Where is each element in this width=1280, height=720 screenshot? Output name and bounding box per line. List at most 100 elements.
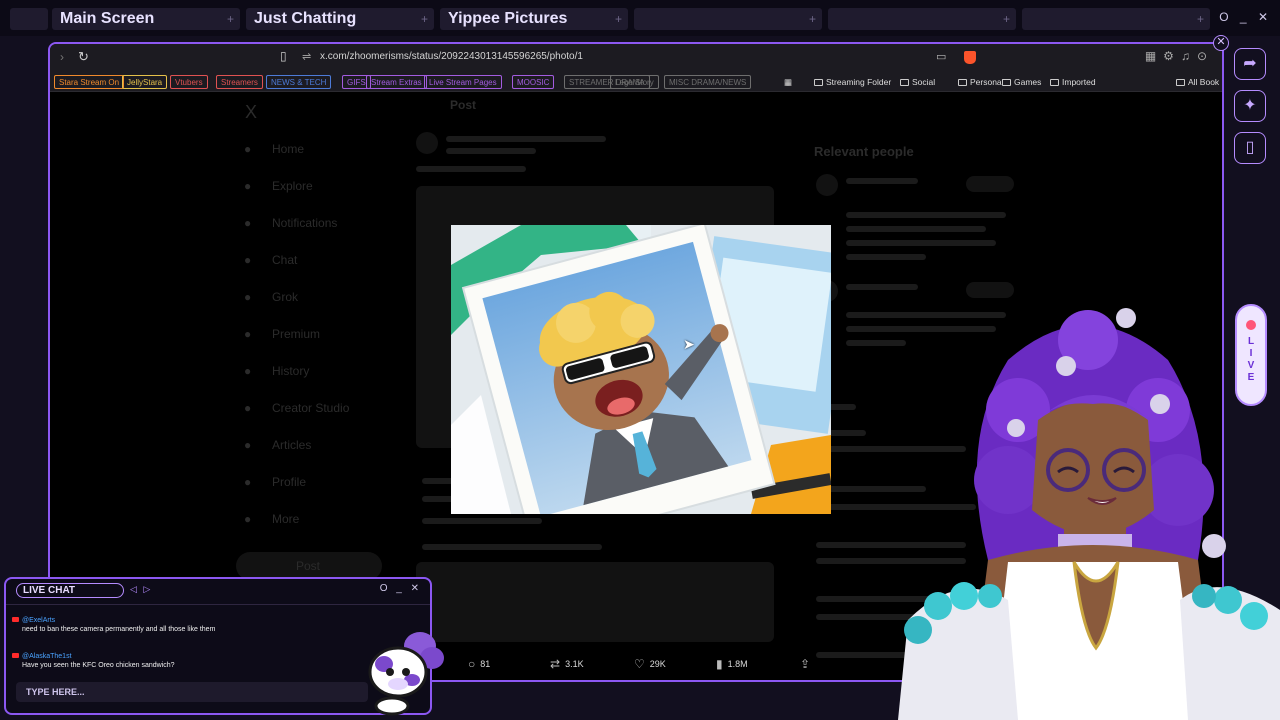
person-avatar: [816, 174, 838, 196]
nav-icon: ●: [244, 253, 252, 267]
brave-shield-icon[interactable]: [964, 51, 976, 64]
bookmark-folder[interactable]: Social: [900, 75, 935, 89]
nav-icon: ●: [244, 327, 252, 341]
folder-icon: [1002, 79, 1011, 86]
plus-icon[interactable]: +: [1003, 8, 1010, 30]
bookmark-chip[interactable]: Lego Story: [610, 75, 659, 89]
x-nav-item[interactable]: Explore: [272, 179, 313, 193]
nav-icon: ●: [244, 438, 252, 452]
x-nav-item[interactable]: Chat: [272, 253, 297, 267]
plus-icon[interactable]: +: [227, 8, 234, 30]
folder-icon: [1176, 79, 1185, 86]
cast-icon[interactable]: ▭: [936, 50, 946, 63]
bookmark-chip[interactable]: MOOSIC: [512, 75, 555, 89]
bookmark-folder-label: Streaming Folder: [826, 77, 892, 87]
view-count-value: 1.8M: [727, 659, 748, 669]
stream-tab-empty[interactable]: +: [1022, 8, 1210, 30]
bookmark-chip[interactable]: MISC DRAMA/NEWS: [664, 75, 752, 89]
stream-tab-empty[interactable]: +: [828, 8, 1016, 30]
site-info-icon[interactable]: ⇌: [302, 50, 311, 63]
folder-icon: [958, 79, 967, 86]
post-button-label: Post: [296, 559, 321, 573]
repost-count[interactable]: ⇄ 3.1K: [550, 657, 584, 671]
view-count[interactable]: ▮ 1.8M: [716, 657, 748, 671]
share-icon: ⇪: [800, 657, 811, 671]
chat-message: @AlaskaThe1st Have you seen the KFC Oreo…: [12, 653, 175, 669]
x-nav-item[interactable]: More: [272, 512, 299, 526]
x-nav-item[interactable]: Articles: [272, 438, 311, 452]
plus-icon[interactable]: +: [615, 8, 622, 30]
bookmark-folder[interactable]: Games: [1002, 75, 1041, 89]
apps-grid-icon[interactable]: ▦: [784, 75, 792, 89]
stream-tab-yippee-pictures[interactable]: Yippee Pictures +: [440, 8, 628, 30]
share-button[interactable]: ⇪: [800, 657, 815, 671]
reload-icon[interactable]: ↻: [78, 49, 89, 65]
x-nav-item[interactable]: Premium: [272, 327, 320, 341]
reply-icon: ○: [468, 657, 476, 671]
bookmark-icon[interactable]: ▯: [280, 49, 287, 63]
post-photo[interactable]: [451, 225, 831, 514]
stream-tab-blank[interactable]: [10, 8, 48, 30]
share-arrow-icon[interactable]: ➦: [1234, 48, 1266, 80]
x-nav-item[interactable]: History: [272, 364, 309, 378]
plus-icon[interactable]: +: [809, 8, 816, 30]
bookmarks-bar: Stara Stream On JellyStara Vtubers Streamer…: [50, 72, 1222, 92]
stream-tab-empty[interactable]: +: [634, 8, 822, 30]
person-bio: [846, 240, 996, 246]
forward-arrow-icon[interactable]: ›: [60, 50, 64, 64]
x-nav-item[interactable]: Profile: [272, 475, 306, 489]
sticker-icon[interactable]: ✦: [1234, 90, 1266, 122]
heart-icon: ♡: [634, 657, 645, 671]
plus-icon[interactable]: +: [421, 8, 428, 30]
person-bio: [846, 340, 906, 346]
chat-nav-arrows[interactable]: ◁ ▷: [130, 584, 152, 595]
stream-window-controls[interactable]: O _ ✕: [1219, 10, 1272, 24]
youtube-icon: [12, 617, 19, 622]
bookmark-folder-label: All Book: [1188, 77, 1220, 87]
author-avatar: [416, 132, 438, 154]
folder-icon: [1050, 79, 1059, 86]
chat-username[interactable]: @AlaskaThe1st: [22, 653, 72, 660]
nav-icon: ●: [244, 142, 252, 156]
x-nav-item[interactable]: Notifications: [272, 216, 337, 230]
nav-icon: ●: [244, 364, 252, 378]
bookmark-chip[interactable]: Vtubers: [170, 75, 208, 89]
bookmark-chip[interactable]: Stream Extras: [366, 75, 427, 89]
repost-icon: ⇄: [550, 657, 561, 671]
bookmark-chip[interactable]: JellyStara: [122, 75, 168, 89]
chat-username[interactable]: @ExelArts: [22, 617, 55, 624]
follow-button[interactable]: [966, 176, 1014, 192]
chat-text: need to ban these camera permanently and…: [22, 626, 216, 633]
stream-tab-just-chatting[interactable]: Just Chatting +: [246, 8, 434, 30]
bookmark-folder[interactable]: Personal: [958, 75, 1004, 89]
chat-input[interactable]: TYPE HERE...: [16, 682, 368, 702]
mouse-cursor-icon: ➤: [683, 336, 695, 352]
nav-icon: ●: [244, 179, 252, 193]
extension-icons[interactable]: ▦⚙♫⊙: [1145, 49, 1214, 63]
chat-window-controls[interactable]: O _ ✕: [380, 583, 422, 594]
person-bio: [846, 226, 986, 232]
bookmark-folder[interactable]: All Book: [1176, 75, 1219, 89]
like-count[interactable]: ♡ 29K: [634, 657, 666, 671]
plus-icon[interactable]: +: [1197, 8, 1204, 30]
close-lightbox-icon[interactable]: ✕: [1213, 35, 1229, 51]
bookmark-icon[interactable]: ▯: [1234, 132, 1266, 164]
follow-button[interactable]: [966, 282, 1014, 298]
stream-tab-main-screen[interactable]: Main Screen +: [52, 8, 240, 30]
bookmark-chip[interactable]: Live Stream Pages: [424, 75, 502, 89]
x-nav-item[interactable]: Grok: [272, 290, 298, 304]
chart-icon: ▮: [716, 657, 723, 671]
nav-icon: ●: [244, 512, 252, 526]
bookmark-folder[interactable]: Streaming Folder: [814, 75, 891, 89]
address-field[interactable]: x.com/zhoomerisms/status/209224301314559…: [320, 51, 583, 62]
reply-count[interactable]: ○ 81: [468, 657, 490, 671]
x-nav-item[interactable]: Creator Studio: [272, 401, 349, 415]
bookmark-folder[interactable]: Imported: [1050, 75, 1096, 89]
post-header: Post: [450, 98, 477, 112]
bookmark-chip[interactable]: NEWS & TECH: [266, 75, 332, 89]
x-logo-icon: X: [245, 102, 258, 122]
bookmark-chip[interactable]: Stara Stream On: [54, 75, 125, 89]
bookmark-chip[interactable]: Streamers: [216, 75, 263, 89]
nav-icon: ●: [244, 475, 252, 489]
x-nav-item[interactable]: Home: [272, 142, 304, 156]
